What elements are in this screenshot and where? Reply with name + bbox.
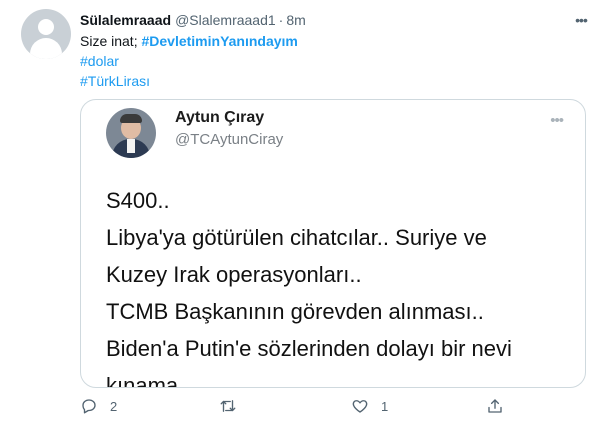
reply-icon [82,399,96,414]
reply-count: 2 [110,398,118,414]
quoted-author-handle: @TCAytunCiray [175,131,284,148]
display-name[interactable]: Sülalemraaad [80,12,171,28]
quoted-line: S400.. [106,188,170,213]
quoted-line: Biden'a Putin'e sözlerinden dolayı bir n… [106,336,512,361]
reply-button[interactable]: 2 [80,397,117,415]
quoted-line: Kuzey Irak operasyonları.. [106,262,362,287]
quoted-author-name: Aytun Çıray [175,109,265,126]
retweet-button[interactable] [219,397,249,415]
like-count: 1 [381,398,389,414]
attached-image[interactable]: Aytun Çıray @TCAytunCiray ••• S400.. Lib… [80,99,586,388]
avatar-hair-shape [120,114,142,123]
user-handle[interactable]: @Slalemraaad1 [175,12,276,28]
tweet-header: Sülalemraaad @Slalemraaad1 · 8m [80,10,306,30]
like-button[interactable]: 1 [351,397,388,415]
more-icon[interactable]: ••• [572,11,590,29]
share-icon [488,399,502,413]
quoted-more-icon: ••• [550,112,564,129]
avatar-body-shape [30,38,62,59]
separator-dot: · [278,12,284,28]
hashtag-devletimin[interactable]: #DevletiminYanındayım [141,33,297,49]
tweet-actions: 2 1 [80,397,580,419]
retweet-icon [220,400,236,412]
timestamp[interactable]: 8m [286,12,305,28]
share-button[interactable] [486,397,516,415]
hashtag-turklirasi[interactable]: #TürkLirası [80,73,150,89]
avatar-head-shape [38,19,54,35]
tweet-text: Size inat; #DevletiminYanındayım #dolar … [80,31,298,91]
heart-icon [352,400,368,413]
quoted-line: Libya'ya götürülen cihatcılar.. Suriye v… [106,225,487,250]
quoted-line: TCMB Başkanının görevden alınması.. [106,299,484,324]
tweet-text-prefix: Size inat; [80,33,138,49]
hashtag-dolar[interactable]: #dolar [80,53,119,69]
avatar[interactable] [21,9,71,59]
quoted-line: kınama.. [106,373,191,388]
avatar-shirt-shape [127,139,135,153]
quoted-tweet-body: S400.. Libya'ya götürülen cihatcılar.. S… [106,182,512,388]
quoted-author-avatar [106,108,156,158]
